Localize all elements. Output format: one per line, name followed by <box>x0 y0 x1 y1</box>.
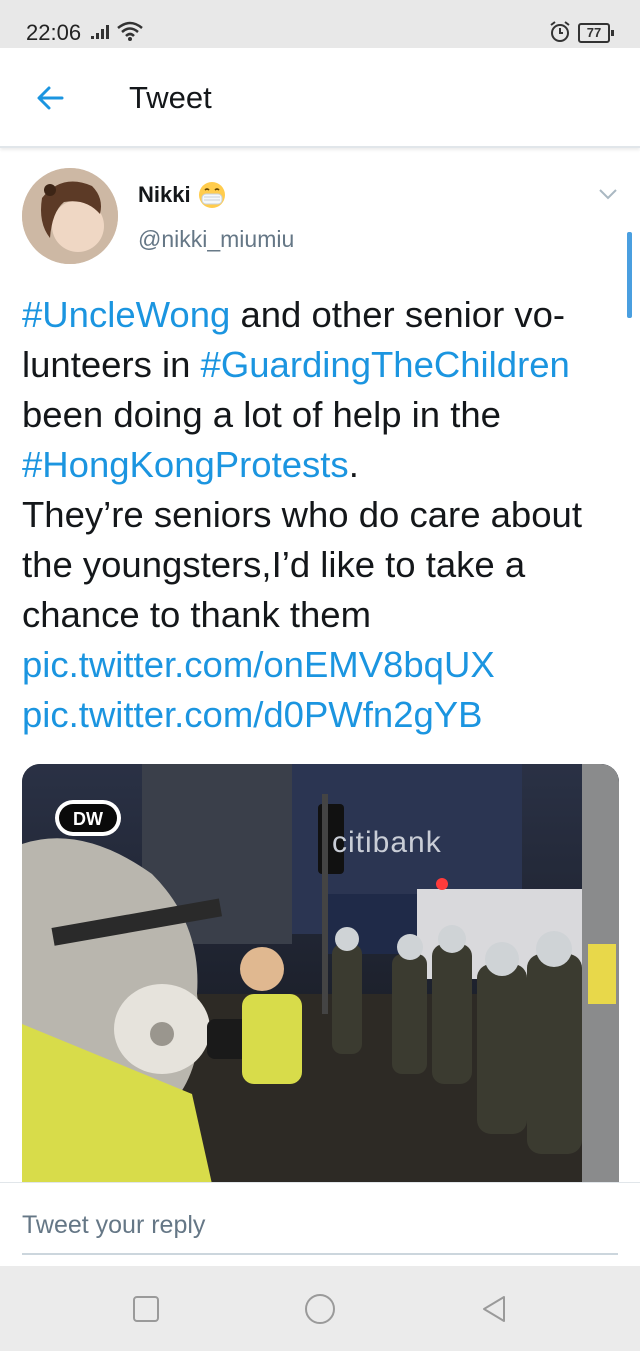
wifi-icon <box>117 21 143 41</box>
hashtag-link[interactable]: #HongKongProtests <box>22 444 349 485</box>
tweet-text-segment: lunteers in <box>22 344 201 385</box>
mask-emoji-icon <box>199 182 226 208</box>
tweet-text-segment: and other senior vo- <box>230 294 566 335</box>
user-handle[interactable]: @nikki_miumiu <box>138 226 294 253</box>
page-title: Tweet <box>129 80 212 115</box>
avatar-image <box>22 168 118 264</box>
display-name[interactable]: Nikki <box>138 182 191 207</box>
tweet-text-segment: They’re seniors who do care about the yo… <box>22 494 582 635</box>
storefront-sign: citibank <box>332 826 442 859</box>
tweet-text-segment: . <box>348 444 359 485</box>
square-nav-icon[interactable] <box>129 1292 163 1326</box>
circle-nav-icon[interactable] <box>303 1292 337 1326</box>
hashtag-link[interactable]: #UncleWong <box>22 294 230 335</box>
tweet-text: #UncleWong and other senior vo- lunteers… <box>22 290 622 740</box>
dw-logo-text: DW <box>73 809 103 829</box>
tweet-text-segment: been doing a lot of help in the <box>22 394 501 435</box>
triangle-back-nav-icon[interactable] <box>477 1292 511 1326</box>
signal-icon <box>91 25 109 39</box>
chevron-down-icon[interactable] <box>596 186 620 202</box>
pic-link[interactable]: pic.twitter.com/d0PWfn2gYB <box>22 694 483 735</box>
reply-bar: Tweet your reply <box>0 1182 640 1267</box>
alarm-icon <box>550 21 570 42</box>
avatar[interactable] <box>22 168 118 264</box>
battery-indicator: 77 <box>578 23 614 43</box>
pic-link[interactable]: pic.twitter.com/onEMV8bqUX <box>22 644 495 685</box>
reply-input[interactable]: Tweet your reply <box>22 1207 618 1255</box>
scroll-indicator <box>627 232 632 318</box>
system-nav-bar <box>0 1266 640 1351</box>
hashtag-link[interactable]: #GuardingTheChildren <box>201 344 570 385</box>
status-time: 22:06 <box>26 20 82 45</box>
status-bar: 22:06 77 <box>0 0 640 48</box>
back-arrow-icon[interactable] <box>28 76 72 120</box>
top-app-bar: Tweet <box>0 48 640 148</box>
dw-logo: DW <box>55 800 121 836</box>
author-name-row[interactable]: Nikki <box>138 180 227 212</box>
